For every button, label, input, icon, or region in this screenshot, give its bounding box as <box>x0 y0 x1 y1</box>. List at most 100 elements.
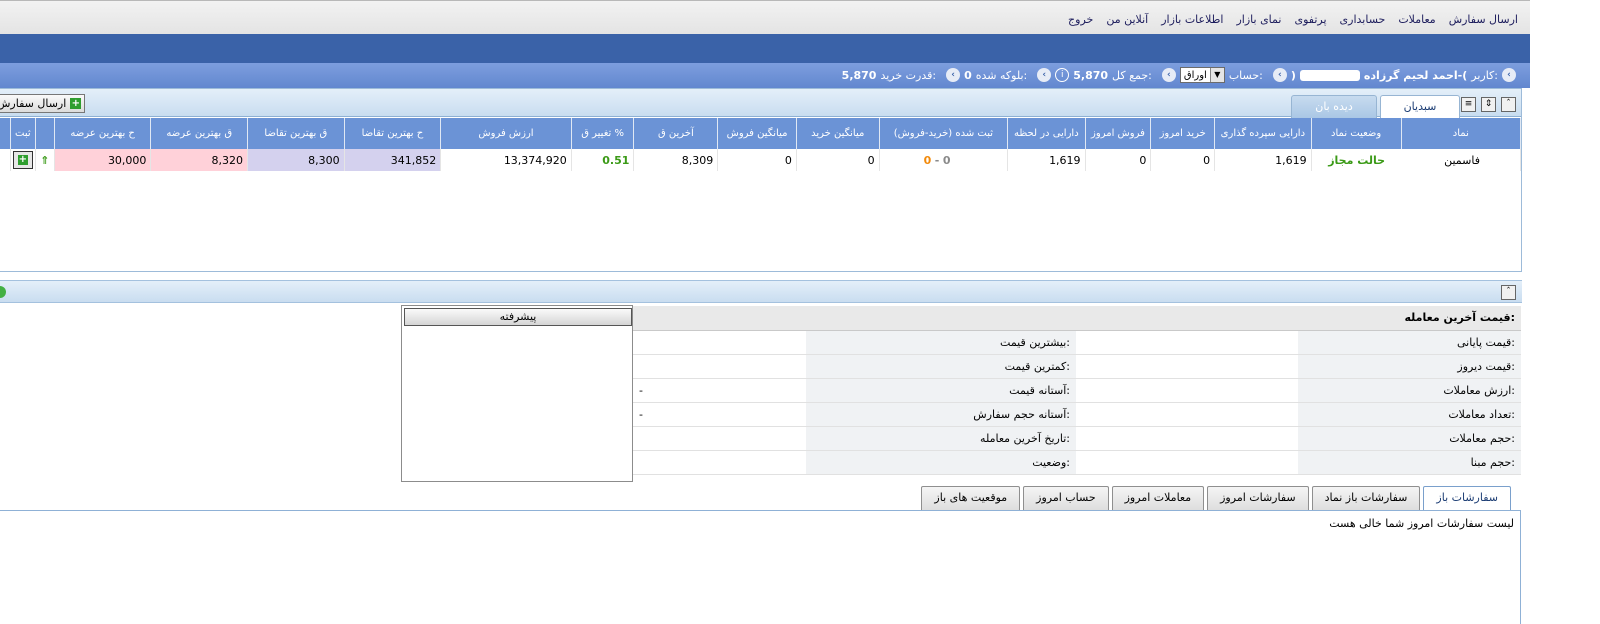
base-volume-label: حجم مبنا: <box>1298 450 1521 475</box>
detail-row: وضعیت: حجم مبنا: <box>633 450 1521 475</box>
min-price-value <box>633 354 806 379</box>
cell-change-pct: 0.51 <box>571 149 635 171</box>
info-icon[interactable]: i <box>1055 68 1070 82</box>
chevron-left-icon[interactable]: ‹ <box>1037 68 1052 82</box>
col-change-pct[interactable]: تغییر ق % <box>571 118 635 149</box>
table-row[interactable]: + ⇑ 30,000 8,320 8,300 341,852 13,374,92… <box>0 149 1522 171</box>
cell-live-asset: 1,619 <box>1007 149 1086 171</box>
buying-power-label: قدرت خرید: <box>880 68 937 82</box>
account-select-value: اوراق <box>1183 69 1207 81</box>
tab-open-positions[interactable]: موقعیت های باز <box>921 486 1021 510</box>
collapse-up-icon[interactable]: ˆ <box>1501 97 1516 112</box>
nav-send-order[interactable]: ارسال سفارش <box>1449 13 1518 26</box>
tab-symbol-open-orders[interactable]: سفارشات باز نماد <box>1311 486 1421 510</box>
nav-logout[interactable]: خروج <box>1068 13 1093 26</box>
cell-ask-price: 8,320 <box>150 149 249 171</box>
chevron-left-icon[interactable]: ‹ <box>1502 68 1516 82</box>
col-register: ثبت <box>10 118 36 149</box>
double-up-arrow-icon[interactable]: ⇑ <box>35 149 55 171</box>
account-info: ‹ کاربر: احمد لحیم گرزاده-( ) ‹ حساب: او… <box>842 67 1516 83</box>
col-status-symbol[interactable]: وضعیت نماد نماد <box>1311 118 1522 149</box>
trade-count-value <box>1076 402 1298 427</box>
send-order-button[interactable]: ارسال سفارش + <box>0 94 86 113</box>
col-sell-value[interactable]: ارزش فروش <box>440 118 572 149</box>
trade-volume-label: حجم معاملات: <box>1298 426 1521 451</box>
tab-open-orders[interactable]: سفارشات باز <box>1423 486 1511 511</box>
cell-deposit-asset: 1,619 <box>1214 149 1312 171</box>
max-price-value <box>633 330 806 355</box>
chevron-left-icon[interactable]: ‹ <box>1272 68 1287 82</box>
collapse-up-icon[interactable]: ˆ <box>1501 285 1516 300</box>
col-ask-volume[interactable]: ح بهترین عرضه <box>54 118 152 149</box>
tab-basket[interactable]: سبدیان <box>1380 95 1460 118</box>
trade-count-label: تعداد معاملات: <box>1298 402 1521 427</box>
plus-icon: + <box>17 154 28 165</box>
col-last-price[interactable]: آخرین ق <box>633 118 719 149</box>
registered-buy: 0 <box>923 153 932 167</box>
trade-value-value <box>1076 378 1298 403</box>
col-avg-buy[interactable]: میانگین خرید <box>796 118 880 149</box>
order-volume-threshold-label: آستانه حجم سفارش: <box>806 402 1076 427</box>
total-value: 5,870 <box>1073 68 1109 82</box>
col-avg-sell[interactable]: میانگین فروش <box>717 118 797 149</box>
tab-today-account[interactable]: حساب امروز <box>1023 486 1109 510</box>
collapse-all-icon[interactable]: ≡ <box>1461 97 1476 112</box>
col-ask-price[interactable]: ق بهترین عرضه <box>150 118 249 149</box>
cell-symbol[interactable]: فاسمین <box>1402 154 1520 167</box>
tab-watchlist[interactable]: دیده بان <box>1291 95 1377 118</box>
chevron-left-icon[interactable]: ‹ <box>1161 68 1176 82</box>
nav-accounting[interactable]: حسابداری <box>1340 13 1386 26</box>
col-symbol[interactable]: نماد <box>1402 118 1520 149</box>
cell-sell-today: 0 <box>1085 149 1152 171</box>
detail-header-row: قیمت آخرین معامله: <box>633 306 1521 331</box>
col-sell-today[interactable]: فروش امروز <box>1085 118 1152 149</box>
account-info-bar: ‹ کاربر: احمد لحیم گرزاده-( ) ‹ حساب: او… <box>0 63 1530 88</box>
col-arrow <box>35 118 55 149</box>
nav-market-view[interactable]: نمای بازار <box>1236 13 1281 26</box>
min-price-label: کمترین قیمت: <box>806 354 1076 379</box>
order-volume-threshold-value: - <box>633 402 806 427</box>
account-select[interactable]: اوراق ▼ <box>1179 67 1225 83</box>
detail-row: بیشترین قیمت: قیمت پایانی: <box>633 330 1521 355</box>
status-label: وضعیت: <box>806 450 1076 475</box>
status-dot-icon <box>0 286 6 298</box>
nav-trades[interactable]: معاملات <box>1398 13 1435 26</box>
last-trade-date-value <box>633 426 806 451</box>
trade-volume-value <box>1076 426 1298 451</box>
nav-market-info[interactable]: اطلاعات بازار <box>1161 13 1223 26</box>
last-trade-price-label: قیمت آخرین معامله: <box>633 306 1521 331</box>
cell-buy-today: 0 <box>1150 149 1216 171</box>
close-price-label: قیمت پایانی: <box>1298 330 1521 355</box>
chevron-left-icon[interactable]: ‹ <box>946 68 961 82</box>
col-status[interactable]: وضعیت نماد <box>1312 118 1402 149</box>
cell-registered: 0 - 0 <box>879 149 1009 171</box>
price-threshold-value: - <box>633 378 806 403</box>
col-bid-volume[interactable]: ح بهترین تقاضا <box>344 118 442 149</box>
nav-portfolio[interactable]: پرتفوی <box>1294 13 1326 26</box>
col-buy-today[interactable]: خرید امروز <box>1150 118 1216 149</box>
cell-status-symbol: حالت مجاز فاسمین <box>1311 149 1522 171</box>
total-label: جمع کل: <box>1112 68 1152 82</box>
tab-today-trades[interactable]: معاملات امروز <box>1111 486 1205 510</box>
sort-updown-icon[interactable]: ⇕ <box>1481 97 1496 112</box>
col-live-asset[interactable]: دارایی در لحظه <box>1007 118 1086 149</box>
blocked-label: بلوکه شده: <box>975 68 1028 82</box>
advanced-button[interactable]: پیشرفته <box>404 308 632 326</box>
top-nav: ارسال سفارش معاملات حسابداری پرتفوی نمای… <box>1068 13 1518 26</box>
blocked-value: 0 <box>964 68 972 82</box>
cell-register[interactable]: + <box>10 149 36 171</box>
cell-last-price: 8,309 <box>633 149 719 171</box>
add-order-button[interactable]: + <box>12 151 33 169</box>
nav-online-me[interactable]: آنلاین من <box>1106 13 1148 26</box>
registered-sell: 0 <box>942 153 951 167</box>
cell-cut <box>0 149 12 171</box>
dropdown-arrow-icon[interactable]: ▼ <box>1209 68 1224 82</box>
col-deposit-asset[interactable]: دارایی سپرده گذاری <box>1214 118 1312 149</box>
max-price-label: بیشترین قیمت: <box>806 330 1076 355</box>
buying-power-value: 5,870 <box>841 68 877 82</box>
cell-status: حالت مجاز <box>1328 153 1386 167</box>
col-bid-price[interactable]: ق بهترین تقاضا <box>247 118 345 149</box>
tab-today-orders[interactable]: سفارشات امروز <box>1207 486 1309 510</box>
col-registered[interactable]: ثبت شده (خرید-فروش) <box>879 118 1009 149</box>
symbol-detail-table: قیمت آخرین معامله: بیشترین قیمت: قیمت پا… <box>633 306 1521 475</box>
